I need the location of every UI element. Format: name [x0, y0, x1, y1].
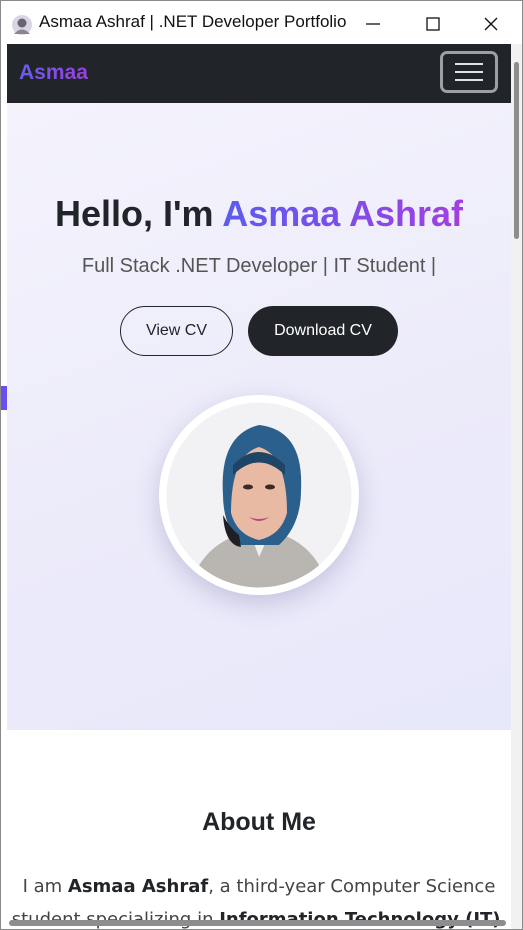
hero-subtitle: Full Stack .NET Developer | IT Student |: [81, 255, 437, 277]
hero-name: Asmaa Ashraf: [222, 193, 464, 234]
hero-section: Hello, I'm Asmaa Ashraf Full Stack .NET …: [7, 103, 511, 730]
vertical-scrollbar[interactable]: [511, 44, 522, 929]
hamburger-menu-icon: [455, 63, 483, 65]
navbar: Asmaa: [7, 44, 511, 103]
minimize-icon: [366, 23, 380, 25]
horizontal-scrollbar[interactable]: [9, 920, 506, 926]
about-heading: About Me: [202, 808, 316, 836]
navbar-brand[interactable]: Asmaa: [19, 61, 88, 85]
about-section: About Me I am Asmaa Ashraf, a third-year…: [7, 730, 511, 929]
hamburger-line: [455, 71, 483, 73]
navbar-toggler-button[interactable]: [440, 51, 498, 93]
scrollbar-thumb[interactable]: [514, 62, 519, 239]
about-intro-prefix: I am: [22, 876, 68, 897]
close-icon: [484, 17, 498, 31]
about-intro-name: Asmaa Ashraf: [67, 876, 209, 897]
maximize-button[interactable]: [413, 9, 453, 39]
browser-window: Asmaa Ashraf | .NET Developer Portfolio …: [0, 0, 523, 930]
close-button[interactable]: [471, 9, 511, 39]
minimize-button[interactable]: [353, 9, 393, 39]
download-cv-button[interactable]: Download CV: [248, 306, 398, 356]
hero-heading: Hello, I'm Asmaa Ashraf: [7, 193, 511, 235]
hero-greeting: Hello, I'm: [54, 193, 223, 234]
view-cv-button[interactable]: View CV: [120, 306, 233, 356]
maximize-icon: [426, 17, 440, 31]
avatar-favicon-icon: [12, 15, 32, 35]
profile-photo: [159, 395, 359, 595]
profile-portrait-image: [159, 395, 359, 595]
window-title: Asmaa Ashraf | .NET Developer Portfolio: [39, 12, 347, 31]
title-bar: Asmaa Ashraf | .NET Developer Portfolio: [1, 1, 522, 44]
hamburger-line: [455, 79, 483, 81]
